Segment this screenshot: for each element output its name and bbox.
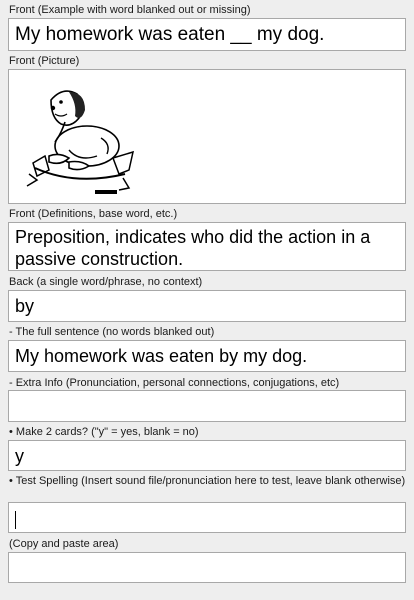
front-blank-label: Front (Example with word blanked out or … (9, 4, 251, 16)
front-picture-field[interactable] (8, 69, 406, 204)
back-field[interactable]: by (8, 290, 406, 322)
test-spelling-label: • Test Spelling (Insert sound file/pronu… (9, 475, 406, 487)
copy-paste-label: (Copy and paste area) (9, 538, 119, 550)
front-picture-label: Front (Picture) (9, 55, 80, 67)
front-definition-label: Front (Definitions, base word, etc.) (9, 208, 178, 220)
dog-illustration (26, 90, 135, 194)
text-cursor (15, 511, 16, 529)
extra-info-field[interactable] (8, 390, 406, 422)
test-spelling-field[interactable] (8, 502, 406, 533)
make-two-cards-label: • Make 2 cards? ("y" = yes, blank = no) (9, 426, 199, 438)
front-blank-field[interactable]: My homework was eaten __ my dog. (8, 18, 406, 51)
full-sentence-field[interactable]: My homework was eaten by my dog. (8, 340, 406, 372)
full-sentence-label: - The full sentence (no words blanked ou… (9, 326, 215, 338)
back-label: Back (a single word/phrase, no context) (9, 276, 203, 288)
copy-paste-field[interactable] (8, 552, 406, 583)
extra-info-label: - Extra Info (Pronunciation, personal co… (9, 377, 340, 389)
make-two-cards-field[interactable]: y (8, 440, 406, 471)
front-definition-field[interactable]: Preposition, indicates who did the actio… (8, 222, 406, 271)
